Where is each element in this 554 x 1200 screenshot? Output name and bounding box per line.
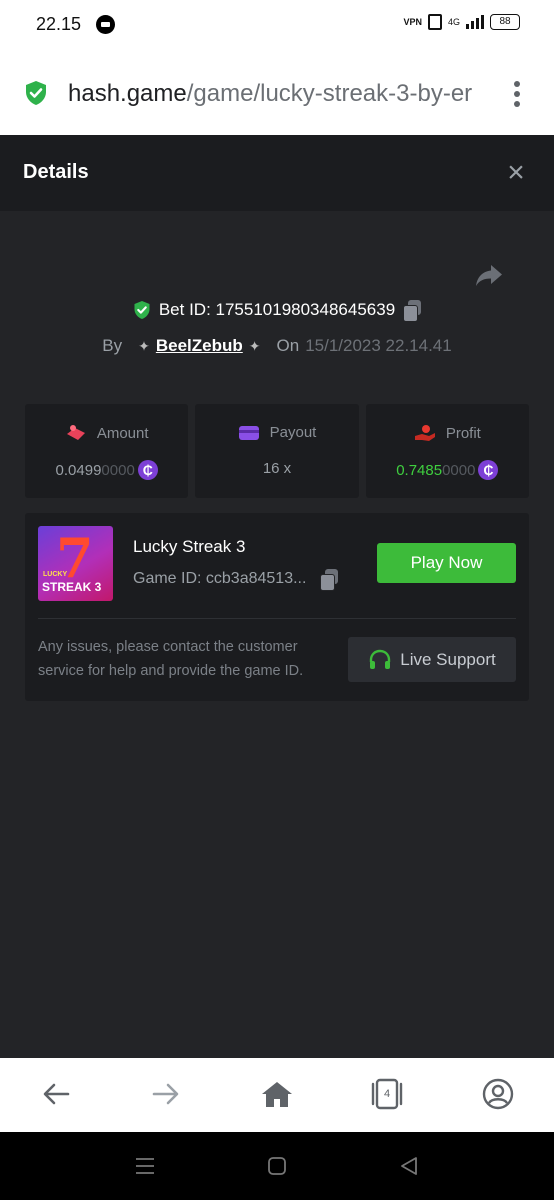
copy-bet-id-icon[interactable]: [403, 300, 422, 322]
notification-app-icon: [96, 15, 115, 34]
browser-toolbar: 4: [0, 1058, 554, 1132]
home-button[interactable]: [259, 1076, 295, 1112]
share-icon[interactable]: [474, 263, 504, 289]
profit-value: 0.7485: [396, 461, 443, 479]
page-title: Details: [23, 161, 89, 183]
game-thumbnail[interactable]: 7 LUCKY STREAK 3: [38, 526, 113, 601]
verified-shield-icon: [134, 301, 150, 319]
secure-shield-icon: [26, 81, 46, 105]
details-page: Details × Bet ID: 1755101980348645639 By…: [0, 135, 554, 1058]
system-home-button[interactable]: [265, 1154, 289, 1178]
game-id-row: Game ID: ccb3a84513...: [133, 569, 339, 591]
amount-zeros: 0000: [101, 461, 135, 479]
profit-card: Profit 0.74850000 ₵: [365, 404, 529, 498]
status-time: 22.15: [36, 14, 82, 34]
coin-icon: ₵: [137, 460, 158, 480]
game-title: Lucky Streak 3: [133, 537, 246, 556]
payout-icon: [238, 425, 259, 440]
game-id: Game ID: ccb3a84513...: [133, 570, 307, 587]
url-path: /game/lucky-streak-3-by-er: [186, 80, 473, 107]
tabs-button[interactable]: 4: [369, 1076, 405, 1112]
arrow-left-icon: [43, 1083, 70, 1105]
details-header: Details ×: [0, 135, 554, 211]
live-support-button[interactable]: Live Support: [348, 637, 516, 682]
support-note: Any issues, please contact the customer …: [38, 639, 304, 679]
battery-icon: 88: [490, 14, 520, 30]
menu-lines-icon: [136, 1158, 154, 1174]
payout-label: Payout: [269, 424, 317, 441]
fly-badge-icon: ✦: [138, 337, 150, 354]
network-type: 4G: [447, 17, 460, 27]
home-icon: [262, 1082, 292, 1107]
play-now-button[interactable]: Play Now: [377, 543, 516, 583]
recent-apps-button[interactable]: [133, 1154, 157, 1178]
bet-stats: Amount 0.04990000 ₵ Payout 16 x Profit 0…: [25, 404, 529, 498]
profit-label: Profit: [445, 424, 481, 442]
divider: [38, 618, 516, 619]
bet-id-row: Bet ID: 1755101980348645639: [0, 300, 554, 322]
system-navigation: [0, 1132, 554, 1200]
profit-icon: [414, 425, 435, 441]
headset-icon: [370, 649, 391, 669]
square-icon: [268, 1157, 286, 1175]
payout-value: 16 x: [262, 460, 292, 477]
close-button[interactable]: ×: [500, 157, 532, 189]
triangle-back-icon: [401, 1157, 417, 1175]
vibrate-icon: [427, 14, 442, 30]
amount-icon: [66, 425, 85, 440]
copy-game-id-icon[interactable]: [320, 569, 339, 591]
account-icon: [482, 1078, 514, 1110]
thumbnail-small-label: LUCKY: [43, 571, 68, 578]
user-link[interactable]: BeelZebub: [156, 336, 243, 356]
system-back-button[interactable]: [397, 1154, 421, 1178]
bet-date: 15/1/2023 22.14.41: [305, 336, 452, 355]
on-label: On: [276, 336, 300, 355]
amount-label: Amount: [96, 424, 149, 442]
amount-card: Amount 0.04990000 ₵: [25, 404, 189, 498]
browser-menu-icon[interactable]: [511, 81, 523, 107]
profit-zeros: 0000: [442, 461, 476, 479]
game-card: 7 LUCKY STREAK 3 Lucky Streak 3 Game ID:…: [25, 513, 529, 701]
vpn-icon: VPN: [403, 17, 422, 27]
coin-icon: ₵: [478, 460, 499, 480]
back-button[interactable]: [38, 1076, 74, 1112]
status-bar: 22.15 VPN 4G 88: [0, 0, 554, 50]
payout-card: Payout 16 x: [195, 404, 359, 498]
tab-count: 4: [383, 1088, 391, 1100]
url-domain: hash.game: [68, 80, 187, 107]
url-field[interactable]: hash.game/game/lucky-streak-3-by-er: [68, 80, 488, 108]
bet-meta-row: By ✦ BeelZebub ✦ On 15/1/2023 22.14.41: [0, 336, 554, 356]
fly-badge-icon: ✦: [248, 337, 261, 354]
live-support-label: Live Support: [400, 649, 496, 669]
amount-value: 0.0499: [55, 461, 102, 479]
status-indicators: VPN 4G 88: [403, 14, 520, 30]
bet-id: Bet ID: 1755101980348645639: [158, 300, 396, 319]
thumbnail-label: STREAK 3: [42, 580, 102, 594]
signal-icon: [466, 15, 484, 29]
by-label: By: [102, 336, 123, 355]
arrow-right-icon: [152, 1083, 179, 1105]
account-button[interactable]: [480, 1076, 516, 1112]
forward-button[interactable]: [148, 1076, 184, 1112]
